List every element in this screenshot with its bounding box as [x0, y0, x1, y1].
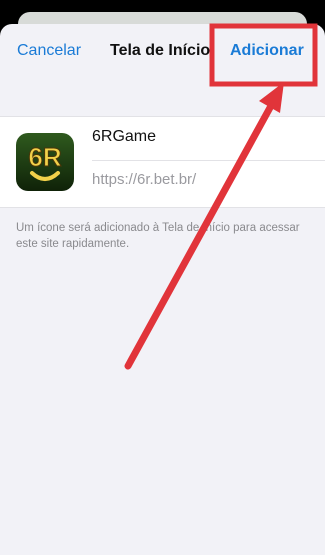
bookmark-name-field[interactable]: 6RGame	[92, 128, 156, 146]
sheet-title: Tela de Início	[110, 42, 211, 59]
app-icon-graphic: 6R	[16, 133, 74, 191]
info-caption: Um ícone será adicionado à Tela de Iníci…	[16, 222, 300, 250]
add-to-home-screen-sheet: Cancelar Tela de Início Adicionar 6R 6RG…	[0, 24, 325, 555]
navigation-bar: Cancelar Tela de Início Adicionar	[0, 24, 325, 80]
add-button[interactable]: Adicionar	[230, 42, 304, 60]
cancel-button[interactable]: Cancelar	[17, 42, 81, 60]
bookmark-form: 6R 6RGame https://6r.bet.br/	[0, 116, 325, 208]
app-icon: 6R	[16, 133, 74, 191]
app-icon-text: 6R	[28, 142, 61, 172]
row-divider	[92, 160, 325, 161]
bookmark-url-field: https://6r.bet.br/	[92, 171, 197, 188]
